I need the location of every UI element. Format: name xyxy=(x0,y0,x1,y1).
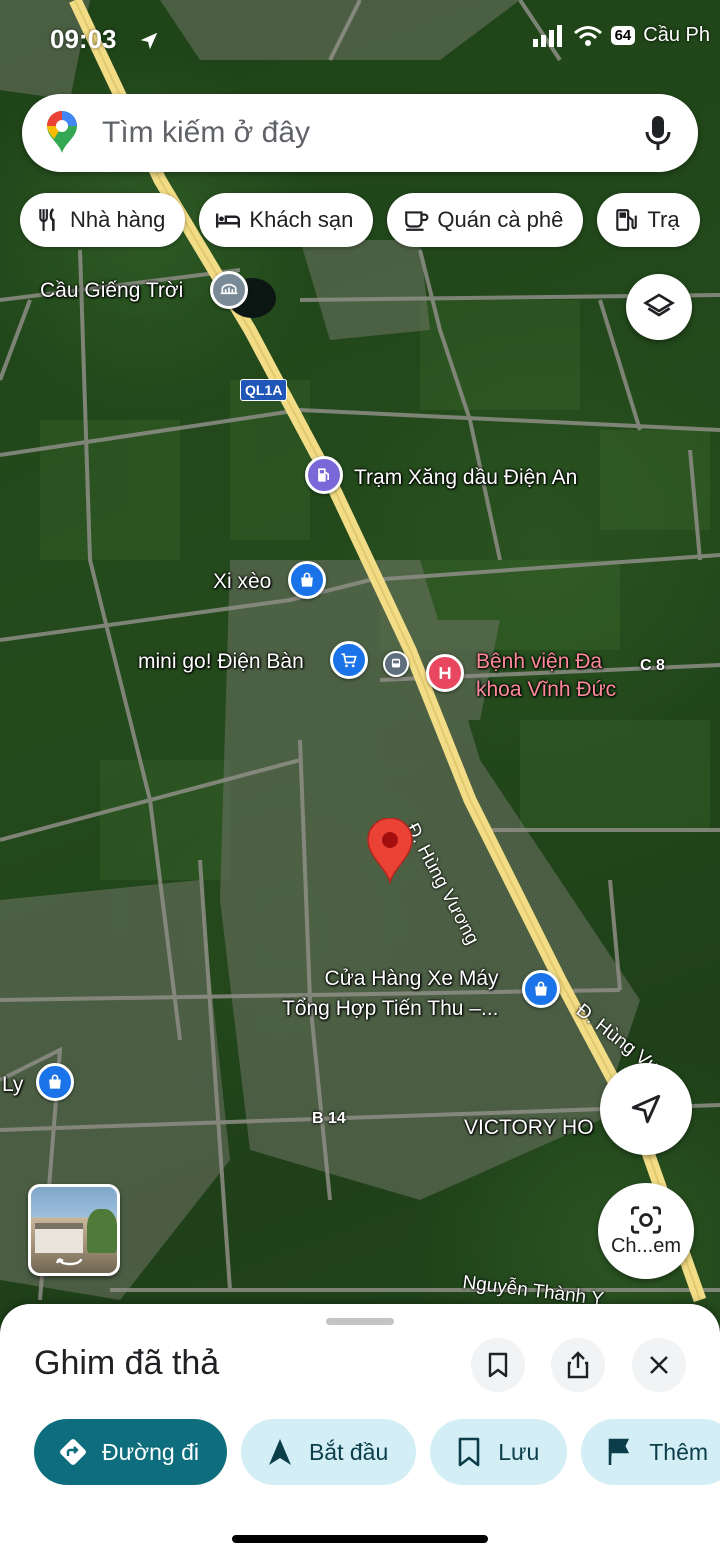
lens-button[interactable]: Ch...em xyxy=(598,1183,694,1279)
add-label: Thêm xyxy=(649,1438,709,1465)
poi-label-motorbike-store[interactable]: Cửa Hàng Xe Máy Tổng Hợp Tiến Thu –... xyxy=(282,964,499,1024)
shopping-bag-icon[interactable] xyxy=(522,970,560,1008)
hospital-label-line-2: khoa Vĩnh Đức xyxy=(476,678,617,701)
status-right: 64 Cầu Ph xyxy=(532,24,710,47)
chip-label: Nhà hàng xyxy=(70,207,166,232)
chip-label: Trạ xyxy=(647,207,680,232)
dropped-pin-icon[interactable] xyxy=(366,818,414,884)
my-location-button[interactable] xyxy=(600,1063,692,1155)
navigation-arrow-icon xyxy=(631,1094,661,1124)
gas-station-icon[interactable] xyxy=(305,456,343,494)
action-buttons: Đường đi Bắt đầu Lưu Thêm xyxy=(34,1419,720,1485)
chip-cafes[interactable]: Quán cà phê xyxy=(387,193,584,247)
motorbike-label-line-2: Tổng Hợp Tiến Thu –... xyxy=(282,997,499,1020)
poi-label-ly[interactable]: Ly xyxy=(2,1073,23,1097)
status-bar: 09:03 64 Cầu Ph xyxy=(0,20,720,60)
directions-button[interactable]: Đường đi xyxy=(34,1419,227,1485)
hospital-icon[interactable] xyxy=(426,654,464,692)
poi-label-xi-xeo[interactable]: Xi xèo xyxy=(213,570,271,594)
location-arrow-icon xyxy=(140,32,158,50)
poi-label-cau-gieng-troi[interactable]: Cầu Giếng Trời xyxy=(40,279,183,303)
bookmark-icon xyxy=(458,1437,480,1467)
coffee-icon xyxy=(405,211,429,231)
save-action-button[interactable]: Lưu xyxy=(430,1419,568,1485)
home-indicator[interactable] xyxy=(232,1535,488,1543)
status-time: 09:03 xyxy=(50,24,117,54)
close-icon xyxy=(650,1356,668,1374)
chip-label: Khách sạn xyxy=(249,207,354,232)
bookmark-icon xyxy=(488,1352,508,1378)
flag-icon xyxy=(608,1438,630,1465)
add-label-button[interactable]: Thêm xyxy=(581,1419,720,1485)
chip-label: Quán cà phê xyxy=(437,207,564,232)
start-button[interactable]: Bắt đầu xyxy=(240,1419,417,1485)
save-button[interactable] xyxy=(471,1338,525,1392)
shopping-bag-icon[interactable] xyxy=(36,1063,74,1101)
chip-restaurants[interactable]: Nhà hàng xyxy=(20,193,186,247)
signal-icon xyxy=(532,24,562,47)
motorbike-label-line-1: Cửa Hàng Xe Máy xyxy=(324,967,499,990)
search-input[interactable]: Tìm kiếm ở đây xyxy=(102,116,644,150)
house-image xyxy=(35,1223,83,1253)
rotate-360-icon xyxy=(55,1257,83,1266)
share-button[interactable] xyxy=(551,1338,605,1392)
chip-gas-stations[interactable]: Trạ xyxy=(597,193,700,247)
bed-icon xyxy=(216,213,241,228)
wifi-icon xyxy=(573,25,602,46)
road-label-b14: B 14 xyxy=(312,1110,346,1127)
search-bar[interactable]: Tìm kiếm ở đây xyxy=(22,94,698,172)
directions-label: Đường đi xyxy=(102,1438,199,1465)
shopping-bag-icon[interactable] xyxy=(288,561,326,599)
sheet-title: Ghim đã thả xyxy=(34,1344,220,1382)
navigation-arrow-icon xyxy=(268,1439,291,1465)
save-label: Lưu xyxy=(498,1438,540,1465)
map-edge-label: Cầu Ph xyxy=(643,24,710,46)
street-view-thumbnail[interactable] xyxy=(28,1184,120,1276)
layers-button[interactable] xyxy=(626,274,692,340)
poi-label-gas-station[interactable]: Trạm Xăng dầu Điện An xyxy=(354,466,577,490)
lens-label: Ch...em xyxy=(610,1234,682,1257)
share-icon xyxy=(567,1351,589,1379)
directions-icon xyxy=(60,1439,86,1465)
start-label: Bắt đầu xyxy=(308,1438,389,1465)
google-maps-logo-icon xyxy=(47,111,77,153)
utensils-icon xyxy=(39,208,55,231)
poi-label-mini-go[interactable]: mini go! Điện Bàn xyxy=(138,650,304,674)
poi-label-hospital[interactable]: Bệnh viện Đa khoa Vĩnh Đức xyxy=(476,648,616,704)
hospital-label-line-1: Bệnh viện Đa xyxy=(476,650,603,673)
highway-shield: QL1A xyxy=(240,379,288,401)
tree-image xyxy=(87,1209,117,1253)
layers-icon xyxy=(643,293,675,317)
chip-hotels[interactable]: Khách sạn xyxy=(199,193,374,247)
category-chips: Nhà hàng Khách sạn Quán cà phê Trạ xyxy=(20,193,700,247)
drag-handle[interactable] xyxy=(326,1318,394,1325)
road-label-c8: C 8 xyxy=(640,657,665,674)
bus-stop-icon[interactable] xyxy=(383,651,409,677)
poi-label-victory[interactable]: VICTORY HO xyxy=(464,1116,594,1140)
bottom-sheet[interactable]: Ghim đã thả Đường đi Bắt đầu Lưu Thêm xyxy=(0,1304,720,1557)
cart-icon[interactable] xyxy=(330,641,368,679)
camera-icon xyxy=(631,1205,661,1234)
microphone-icon[interactable] xyxy=(644,114,672,152)
gas-pump-icon xyxy=(616,209,638,231)
battery-indicator: 64 xyxy=(610,26,636,45)
close-button[interactable] xyxy=(632,1338,686,1392)
bridge-icon[interactable] xyxy=(210,271,248,309)
